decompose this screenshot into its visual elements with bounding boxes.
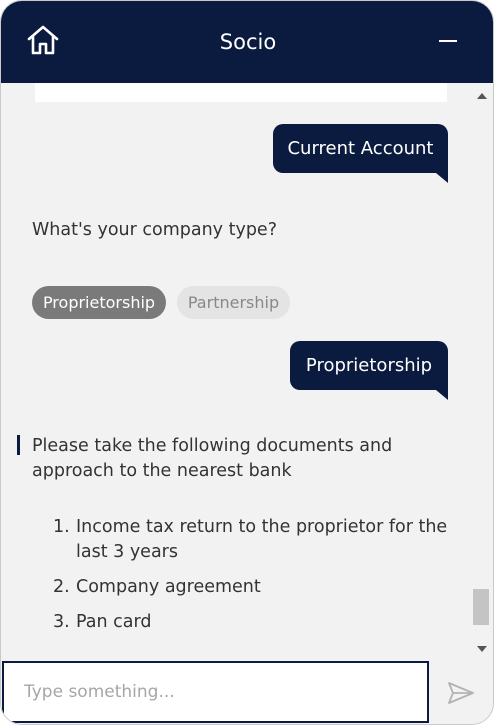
send-icon xyxy=(448,682,474,704)
scrollbar-thumb[interactable] xyxy=(473,589,489,625)
user-message-text: Current Account xyxy=(287,138,434,159)
scrollbar[interactable] xyxy=(471,83,493,659)
option-chip-partnership[interactable]: Partnership xyxy=(177,286,290,319)
message-input[interactable] xyxy=(2,661,429,723)
scroll-down-arrow-icon[interactable] xyxy=(477,646,487,652)
list-item: 2. Company agreement xyxy=(53,575,453,600)
home-button[interactable] xyxy=(25,23,61,57)
chat-header: Socio xyxy=(1,1,493,83)
composer xyxy=(1,659,493,724)
list-item-text: Income tax return to the proprietor for … xyxy=(76,517,448,537)
list-item-number: 2. xyxy=(53,577,70,597)
list-item-text: Company agreement xyxy=(76,577,261,597)
chat-title: Socio xyxy=(219,30,277,54)
user-message-bubble: Current Account xyxy=(273,124,448,183)
message-indicator xyxy=(17,435,20,455)
list-item: 1. Income tax return to the proprietor f… xyxy=(53,515,453,565)
option-chip-proprietorship[interactable]: Proprietorship xyxy=(32,286,166,319)
bot-message-line: Please take the following documents and xyxy=(32,436,393,456)
user-message-text: Proprietorship xyxy=(305,355,433,376)
documents-list: 1. Income tax return to the proprietor f… xyxy=(53,515,453,645)
list-item-text: last 3 years xyxy=(76,542,178,562)
bot-message-text: What's your company type? xyxy=(32,220,277,240)
bot-message-text: Please take the following documents and … xyxy=(32,434,462,484)
previous-message-card xyxy=(35,83,447,102)
minimize-button[interactable] xyxy=(435,29,463,53)
user-message-bubble: Proprietorship xyxy=(290,341,448,400)
scroll-up-arrow-icon[interactable] xyxy=(477,93,487,99)
list-item-number: 1. xyxy=(53,517,70,537)
list-item-text: Pan card xyxy=(76,612,152,632)
bot-message-line: approach to the nearest bank xyxy=(32,461,292,481)
send-button[interactable] xyxy=(441,677,481,709)
home-icon xyxy=(27,25,59,55)
chat-widget: Socio Current Account What's your compan… xyxy=(0,0,494,725)
list-item-number: 3. xyxy=(53,612,70,632)
minimize-icon xyxy=(439,40,457,42)
list-item: 3. Pan card xyxy=(53,610,453,635)
message-list: Current Account What's your company type… xyxy=(1,83,493,659)
